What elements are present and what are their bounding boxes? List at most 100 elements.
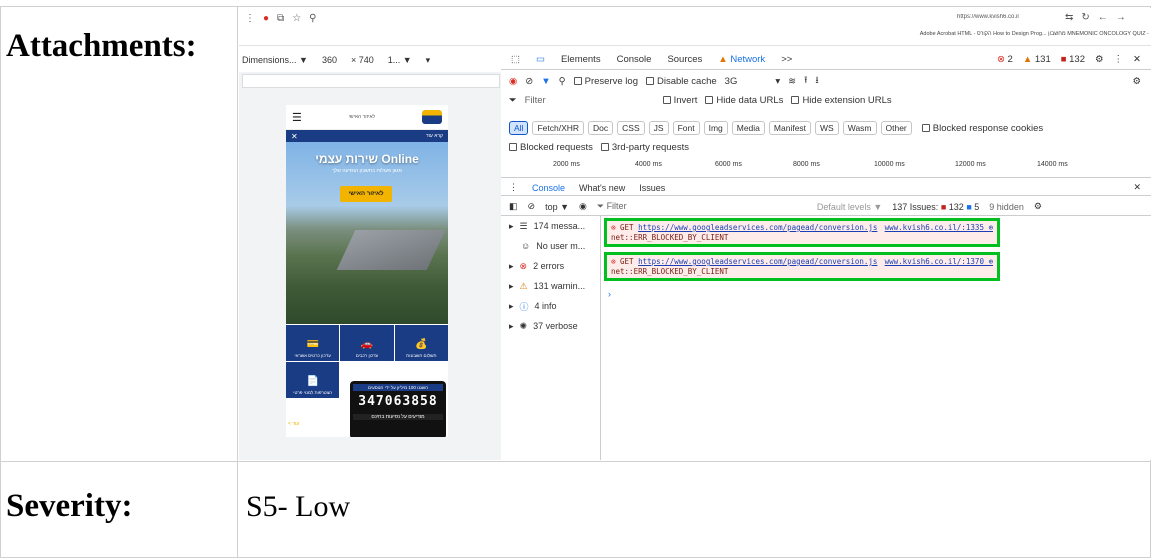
drawer-tab-console[interactable]: Console: [532, 183, 565, 193]
service-tile[interactable]: 💳 עדכון כרטיס אשראי: [286, 325, 340, 361]
filter-icon[interactable]: ▼: [541, 76, 550, 87]
extension-icon[interactable]: ⧉: [277, 13, 284, 24]
inspect-icon[interactable]: ⬚: [511, 54, 520, 65]
source-link[interactable]: www.kvish6.co.il/:1370 ⊕: [885, 257, 993, 267]
hamburger-icon[interactable]: ☰: [292, 111, 302, 124]
hide-data-checkbox[interactable]: Hide data URLs: [705, 95, 783, 106]
sidebar-item-warnings[interactable]: ▸ ⚠ 131 warnin...: [501, 276, 600, 296]
request-url-link[interactable]: https://www.googleadservices.com/pagead/…: [638, 257, 877, 266]
disable-cache-checkbox[interactable]: Disable cache: [645, 76, 717, 87]
translate-icon[interactable]: ⇆: [1065, 12, 1073, 23]
sidebar-item-user[interactable]: ☺ No user m...: [501, 236, 600, 256]
chip-manifest[interactable]: Manifest: [768, 121, 812, 135]
sidebar-item-info[interactable]: ▸ ⓘ 4 info: [501, 296, 600, 316]
source-link[interactable]: www.kvish6.co.il/:1335 ⊕: [885, 223, 993, 233]
address-bar[interactable]: https://www.kvish6.co.il: [957, 14, 1061, 28]
console-error-message[interactable]: ⊗ GET https://www.googleadservices.com/p…: [604, 252, 1000, 281]
chip-all[interactable]: All: [509, 121, 529, 135]
tab-more[interactable]: >>: [781, 54, 792, 65]
clear-icon[interactable]: ⊘: [525, 76, 533, 87]
sidebar-item-verbose[interactable]: ▸ ✺ 37 verbose: [501, 316, 600, 336]
device-toggle-icon[interactable]: ▭: [536, 54, 545, 65]
issues-summary[interactable]: 137 Issues: ■ 132 ■ 5: [892, 202, 979, 212]
drawer-tab-issues[interactable]: Issues: [639, 183, 665, 193]
chip-js[interactable]: JS: [648, 121, 669, 135]
dimensions-select[interactable]: Dimensions... ▼: [242, 55, 308, 65]
wifi-icon[interactable]: ≋: [788, 76, 796, 87]
prompt-chevron-icon[interactable]: ›: [608, 289, 611, 299]
service-tile[interactable]: 💰 תשלום חשבונות: [394, 325, 448, 361]
hero-button[interactable]: לאיזור האישי: [340, 186, 392, 202]
request-url-link[interactable]: https://www.googleadservices.com/pagead/…: [638, 223, 877, 232]
network-settings-icon[interactable]: ⚙: [1132, 76, 1151, 87]
network-timeline[interactable]: 2000 ms 4000 ms 6000 ms 8000 ms 10000 ms…: [501, 158, 1151, 178]
zoom-select[interactable]: 1... ▼: [388, 55, 412, 65]
drawer-menu-icon[interactable]: ⋮: [509, 182, 518, 193]
kebab-icon[interactable]: ⋮: [1114, 54, 1124, 65]
hidden-count[interactable]: 9 hidden: [989, 202, 1024, 212]
chip-ws[interactable]: WS: [815, 121, 839, 135]
chip-doc[interactable]: Doc: [588, 121, 614, 135]
back-icon[interactable]: ←: [1098, 12, 1108, 23]
upload-icon[interactable]: ⭱: [804, 73, 807, 89]
chevron-down-icon[interactable]: ▾: [775, 76, 780, 87]
preserve-log-checkbox[interactable]: Preserve log: [573, 76, 638, 87]
star-icon[interactable]: ☆: [292, 13, 301, 24]
blocked-cookies-checkbox[interactable]: Blocked response cookies: [921, 123, 1043, 134]
drawer-tab-whats-new[interactable]: What's new: [579, 183, 625, 193]
chip-font[interactable]: Font: [672, 121, 700, 135]
notice-text[interactable]: קרא עוד: [426, 133, 443, 139]
console-settings-icon[interactable]: ⚙: [1034, 201, 1042, 212]
eye-icon[interactable]: ◉: [579, 201, 587, 212]
pin-icon[interactable]: ⚲: [309, 13, 316, 24]
third-party-checkbox[interactable]: 3rd-party requests: [600, 142, 689, 153]
chip-wasm[interactable]: Wasm: [842, 121, 877, 135]
sidebar-item-errors[interactable]: ▸ ⊗ 2 errors: [501, 256, 600, 276]
chip-img[interactable]: Img: [703, 121, 728, 135]
close-drawer-icon[interactable]: ✕: [1133, 182, 1151, 193]
forward-icon[interactable]: →: [1116, 12, 1126, 23]
context-select[interactable]: top ▼: [545, 202, 569, 212]
tab-network[interactable]: ▲ Network: [718, 54, 765, 65]
throttle-select[interactable]: 3G: [725, 76, 738, 87]
chip-fetch[interactable]: Fetch/XHR: [532, 121, 585, 135]
record-icon[interactable]: ●: [263, 13, 269, 24]
width-input[interactable]: 360: [322, 55, 337, 65]
close-devtools-icon[interactable]: ✕: [1133, 54, 1141, 65]
record-icon[interactable]: ◉: [509, 76, 517, 87]
tab-console[interactable]: Console: [617, 54, 652, 65]
console-error-message[interactable]: ⊗ GET https://www.googleadservices.com/p…: [604, 218, 1000, 247]
service-tile[interactable]: 📄 הצטרפות למנוי פרטי: [286, 362, 340, 398]
search-icon[interactable]: ⚲: [559, 76, 566, 87]
issue-count[interactable]: ■ 132: [1061, 54, 1085, 65]
levels-select[interactable]: Default levels ▼: [817, 202, 882, 212]
chip-media[interactable]: Media: [731, 121, 765, 135]
height-input[interactable]: × 740: [351, 55, 374, 65]
chip-other[interactable]: Other: [880, 121, 912, 135]
error-count[interactable]: ⊗ 2: [997, 54, 1013, 65]
chip-css[interactable]: CSS: [617, 121, 645, 135]
download-icon[interactable]: ⭳: [815, 73, 818, 89]
network-filter-input[interactable]: Filter: [525, 95, 655, 106]
service-tile[interactable]: 🚗 עדכון רכבים: [340, 325, 394, 361]
warning-count[interactable]: ▲ 131: [1023, 54, 1051, 65]
settings-icon[interactable]: ⚙: [1095, 54, 1104, 65]
clear-console-icon[interactable]: ⊘: [528, 201, 536, 212]
sidebar-item-messages[interactable]: ▸ ☰ 174 messa...: [501, 216, 600, 236]
more-icon[interactable]: ▾: [426, 55, 431, 66]
tab-sources[interactable]: Sources: [667, 54, 702, 65]
hide-ext-checkbox[interactable]: Hide extension URLs: [791, 95, 892, 106]
reload-icon[interactable]: ↻: [1081, 12, 1089, 23]
tab-elements[interactable]: Elements: [561, 54, 601, 65]
menu-icon[interactable]: ⋮: [245, 13, 255, 24]
blocked-requests-checkbox[interactable]: Blocked requests: [509, 142, 593, 153]
more-link[interactable]: < עוד: [288, 421, 299, 427]
close-icon[interactable]: ✕: [291, 132, 298, 141]
personal-area-link[interactable]: לאיזור האישי: [349, 114, 376, 120]
warning-count-value: 131: [1034, 54, 1051, 65]
invert-checkbox[interactable]: Invert: [662, 95, 697, 106]
console-filter-input[interactable]: ⏷ Filter: [597, 201, 807, 212]
bookmarks-bar[interactable]: Adobe Acrobat HTML - הקורס How to Design…: [715, 31, 1149, 37]
site-logo[interactable]: [422, 110, 442, 124]
sidebar-toggle-icon[interactable]: ◧: [509, 201, 518, 212]
